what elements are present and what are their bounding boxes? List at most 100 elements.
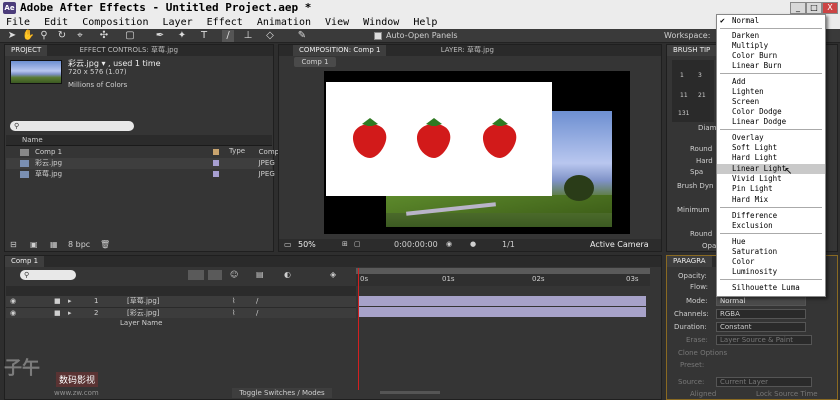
clone-stamp-tool-icon[interactable]: ⊥	[242, 30, 254, 42]
selection-tool-icon[interactable]: ➤	[6, 30, 18, 42]
brush-tool-icon[interactable]: /	[222, 30, 234, 42]
pen-tool-icon[interactable]: ✒	[154, 30, 166, 42]
maximize-button[interactable]: □	[806, 2, 822, 14]
mask-visibility-icon[interactable]: ▢	[354, 240, 361, 248]
menu-animation[interactable]: Animation	[257, 17, 311, 28]
tab-paragraph[interactable]: PARAGRA	[667, 256, 712, 267]
project-item-row[interactable]: Comp 1 Compo	[6, 147, 283, 158]
tab-effect-controls[interactable]: EFFECT CONTROLS: 草莓.jpg	[73, 45, 184, 56]
layer-row[interactable]: ◉ ■ ▸ 2 [彩云.jpg] ⌇ /	[6, 307, 356, 318]
zoom-slider[interactable]	[380, 391, 440, 394]
zoom-tool-icon[interactable]: ⚲	[38, 30, 50, 42]
source-dropdown[interactable]: Current Layer	[716, 377, 812, 387]
text-tool-icon[interactable]: T	[198, 30, 210, 42]
aligned-checkbox[interactable]: Aligned	[690, 390, 716, 398]
frame-blending-icon[interactable]: ▤	[256, 270, 264, 279]
blend-option[interactable]: Exclusion	[717, 221, 825, 231]
blend-option[interactable]: Color Dodge	[717, 107, 825, 117]
menu-view[interactable]: View	[325, 17, 349, 28]
tab-composition[interactable]: COMPOSITION: Comp 1	[293, 45, 387, 56]
draft-3d-icon[interactable]	[208, 270, 222, 280]
always-preview-icon[interactable]: ▭	[284, 240, 292, 249]
blend-option[interactable]: Soft Light	[717, 143, 825, 153]
snapshot-icon[interactable]: ◉	[446, 240, 452, 248]
tab-layer[interactable]: LAYER: 草莓.jpg	[435, 45, 500, 56]
blend-option[interactable]: Color Burn	[717, 51, 825, 61]
menu-file[interactable]: File	[6, 17, 30, 28]
delete-icon[interactable]: 🗑	[100, 240, 110, 249]
project-item-row[interactable]: 草莓.jpg JPEG	[6, 169, 275, 180]
motion-blur-icon[interactable]: ◐	[284, 270, 291, 279]
graph-editor-icon[interactable]: ◈	[330, 270, 336, 279]
tab-timeline-comp[interactable]: Comp 1	[5, 256, 45, 267]
camera-dropdown[interactable]: Active Camera	[590, 240, 649, 249]
channel-icon[interactable]: ●	[470, 240, 476, 248]
mode-dropdown[interactable]: Normal	[716, 296, 806, 306]
shy-layers-icon[interactable]: ☺	[230, 270, 238, 279]
zoom-dropdown[interactable]: 50%	[298, 240, 316, 249]
menu-layer[interactable]: Layer	[163, 17, 193, 28]
timecode-display[interactable]: 0:00:00:00	[394, 240, 438, 249]
blend-option[interactable]: Difference	[717, 211, 825, 221]
new-folder-icon[interactable]: ▣	[30, 240, 38, 249]
blend-option[interactable]: Pin Light	[717, 184, 825, 194]
lock-source-time-checkbox[interactable]: Lock Source Time	[756, 390, 818, 398]
menu-edit[interactable]: Edit	[44, 17, 68, 28]
playhead[interactable]	[358, 268, 359, 390]
project-item-row[interactable]: 彩云.jpg JPEG	[6, 158, 275, 169]
blend-option[interactable]: Overlay	[717, 133, 825, 143]
expand-arrow-icon[interactable]: ▸	[68, 308, 72, 319]
interpret-footage-icon[interactable]: ⊟	[10, 240, 17, 249]
shy-switch-icon[interactable]: ⌇	[232, 296, 235, 307]
expand-arrow-icon[interactable]: ▸	[68, 296, 72, 307]
comp-mini-flowchart-icon[interactable]	[188, 270, 204, 280]
visibility-eye-icon[interactable]: ◉	[10, 308, 16, 319]
hand-tool-icon[interactable]: ✋	[22, 30, 34, 42]
blend-option[interactable]: Darken	[717, 31, 825, 41]
rotate-tool-icon[interactable]: ↻	[56, 30, 68, 42]
menu-composition[interactable]: Composition	[82, 17, 148, 28]
layer-label-color[interactable]: ■	[54, 296, 61, 307]
grid-icon[interactable]: ⊞	[342, 240, 348, 248]
time-ruler[interactable]: 0s 01s 02s 03s	[356, 274, 650, 286]
puppet-pin-tool-icon[interactable]: ✦	[176, 30, 188, 42]
timeline-search-input[interactable]: ⚲	[20, 270, 76, 280]
menu-effect[interactable]: Effect	[207, 17, 243, 28]
minimize-button[interactable]: _	[790, 2, 806, 14]
roto-brush-tool-icon[interactable]: ✎	[296, 30, 308, 42]
layer-duration-bar[interactable]	[358, 296, 646, 306]
blend-option[interactable]: Saturation	[717, 247, 825, 257]
blend-option[interactable]: Screen	[717, 97, 825, 107]
brush-tip-grid[interactable]: 1 3 11 21 131	[672, 60, 714, 122]
mask-tool-icon[interactable]: ▢	[124, 30, 136, 42]
spacing-checkbox-label[interactable]: Spa	[690, 168, 703, 176]
new-comp-icon[interactable]: ▦	[50, 240, 58, 249]
pan-behind-tool-icon[interactable]: ✣	[98, 30, 110, 42]
quality-switch-icon[interactable]: /	[256, 296, 258, 307]
blend-option[interactable]: Silhouette Luma	[717, 283, 825, 293]
layer-label-color[interactable]: ■	[54, 308, 61, 319]
blend-option[interactable]: Normal	[717, 16, 825, 26]
camera-tool-icon[interactable]: ⌖	[74, 30, 86, 42]
blend-option[interactable]: Multiply	[717, 41, 825, 51]
blend-option[interactable]: Hue	[717, 237, 825, 247]
blend-option[interactable]: Color	[717, 257, 825, 267]
blend-option[interactable]: Linear Dodge	[717, 117, 825, 127]
blend-option[interactable]: Hard Mix	[717, 195, 825, 205]
blend-option[interactable]: Luminosity	[717, 267, 825, 277]
shy-switch-icon[interactable]: ⌇	[232, 308, 235, 319]
layer-row[interactable]: ◉ ■ ▸ 1 [草莓.jpg] ⌇ /	[6, 296, 356, 307]
blend-option[interactable]: Lighten	[717, 87, 825, 97]
auto-open-checkbox[interactable]	[374, 32, 382, 40]
tab-brush-tips[interactable]: BRUSH TIP	[667, 45, 717, 56]
tab-project[interactable]: PROJECT	[5, 45, 48, 56]
blend-option[interactable]: Add	[717, 77, 825, 87]
layer-duration-bar[interactable]	[358, 307, 646, 317]
comp-breadcrumb-tab[interactable]: Comp 1	[294, 57, 336, 67]
blend-option-highlighted[interactable]: Linear Light	[717, 164, 825, 174]
close-button[interactable]: X	[822, 2, 838, 14]
bpc-toggle[interactable]: 8 bpc	[68, 240, 90, 249]
blend-option[interactable]: Linear Burn	[717, 61, 825, 71]
quality-switch-icon[interactable]: /	[256, 308, 258, 319]
blend-option[interactable]: Hard Light	[717, 153, 825, 163]
